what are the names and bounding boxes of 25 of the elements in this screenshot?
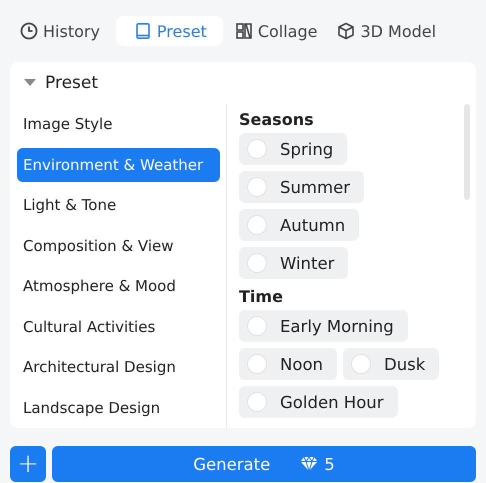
tab[interactable]: 3D Model [333,16,444,46]
option-chip[interactable]: Autumn [239,209,360,241]
group-heading: Seasons [239,110,315,129]
group-heading: Time [239,287,284,306]
category-item[interactable]: Environment & Weather [17,148,220,182]
category-item[interactable]: Image Style [17,107,220,142]
category-item[interactable]: Atmosphere & Mood [17,269,220,304]
option-chip[interactable]: Dusk [343,348,440,380]
add-button[interactable]: + [10,446,46,482]
category-item[interactable]: Light & Tone [17,188,220,222]
option-chip[interactable]: Golden Hour [239,386,398,418]
option-chip[interactable]: Spring [239,133,348,165]
generate-button[interactable]: Generate 5 [52,446,476,482]
option-chip[interactable]: Early Morning [239,310,408,342]
tab[interactable]: Preset [116,16,223,46]
category-item[interactable]: Composition & View [17,228,220,263]
category-item[interactable]: Cultural Activities [17,310,220,344]
category-item[interactable]: Architectural Design [17,350,220,384]
section-header[interactable]: Preset [10,62,104,104]
option-chip[interactable]: Noon [239,348,337,380]
category-item[interactable]: Landscape Design [17,390,220,425]
tab[interactable]: Collage [230,16,326,46]
option-chip[interactable]: Summer [239,171,364,203]
tab[interactable]: History [16,16,108,46]
option-chip[interactable]: Winter [239,247,348,279]
